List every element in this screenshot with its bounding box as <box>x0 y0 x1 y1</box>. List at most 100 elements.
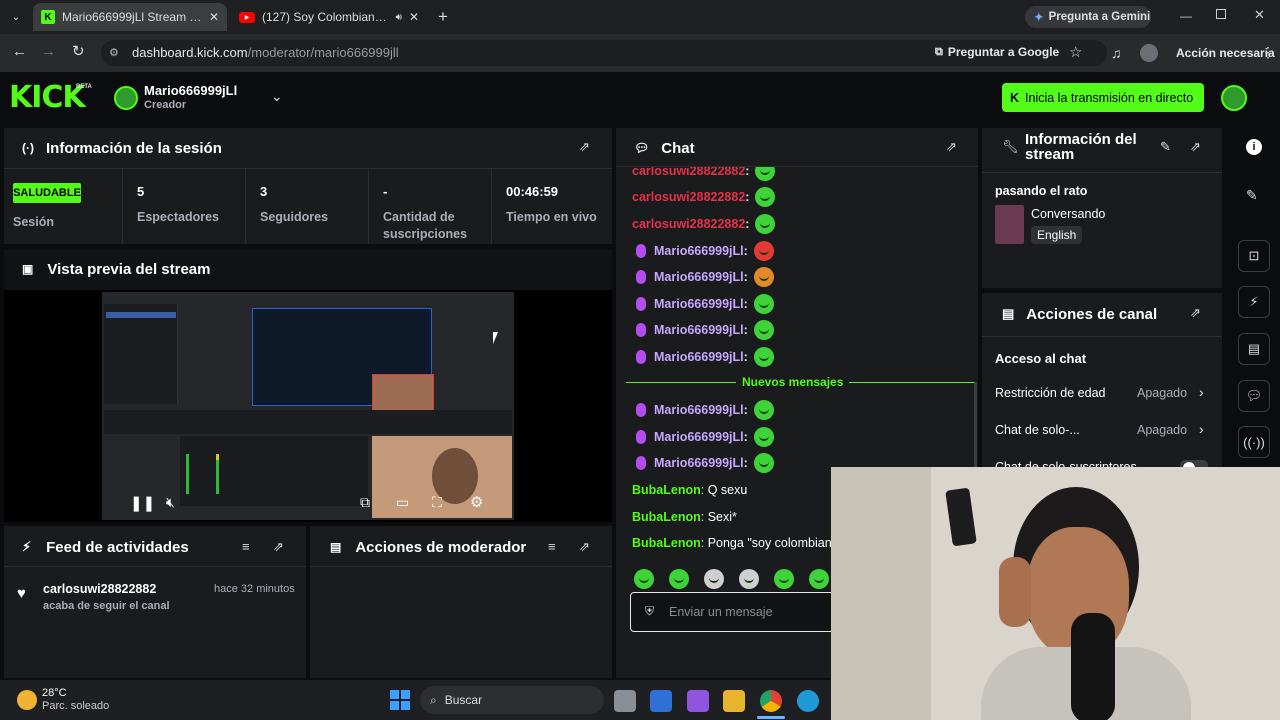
channel-actions-header: ▤ Acciones de canal <box>1002 304 1157 324</box>
file-explorer-icon[interactable] <box>723 690 745 712</box>
emote-icon[interactable] <box>669 569 689 589</box>
minimize-icon[interactable]: — <box>1180 9 1192 23</box>
close-icon[interactable]: ✕ <box>209 10 219 24</box>
video-player[interactable]: ❚❚ 🔇︎ ⧉ ▭ ⛶ ⚙ <box>4 290 612 522</box>
user-avatar[interactable] <box>1221 85 1247 111</box>
chat-username[interactable]: carlosuwi28822882 <box>632 190 745 204</box>
settings-gear-icon[interactable]: ⚙ <box>470 493 483 511</box>
weather-sun-icon[interactable] <box>17 690 37 710</box>
emote-icon[interactable] <box>739 569 759 589</box>
popout-icon[interactable]: ⇗ <box>273 539 284 555</box>
windows-start-icon[interactable] <box>390 690 410 710</box>
ask-google-button[interactable]: ⧉ Preguntar a Google <box>935 45 1059 59</box>
emote-icon <box>753 267 774 287</box>
chrome-icon[interactable] <box>760 690 782 712</box>
back-icon[interactable]: ← <box>12 43 27 60</box>
preview-title: Vista previa del stream <box>47 260 211 278</box>
fullscreen-icon[interactable]: ⛶ <box>432 494 442 511</box>
pencil-icon[interactable]: ✎ <box>1246 187 1258 204</box>
channel-name[interactable]: Mario666999jLl <box>144 83 237 98</box>
tab-search-icon[interactable]: ⌄ <box>8 9 24 25</box>
media-controls-icon[interactable]: ♫ <box>1111 45 1122 61</box>
stream-category[interactable]: Conversando <box>1031 207 1105 221</box>
close-icon[interactable]: ✕ <box>409 10 419 24</box>
weather-desc[interactable]: Parc. soleado <box>42 700 109 712</box>
maximize-icon[interactable] <box>1216 9 1226 19</box>
chat-username[interactable]: Mario666999jLl <box>654 430 744 444</box>
profile-avatar[interactable] <box>1140 44 1158 62</box>
popout-icon[interactable]: ⇗ <box>1190 139 1201 155</box>
site-info-icon[interactable]: ⚙ <box>109 46 119 59</box>
pencil-icon[interactable]: ✎ <box>1160 139 1171 155</box>
window-close-icon[interactable]: ✕ <box>1254 7 1265 23</box>
info-icon[interactable]: i <box>1246 139 1262 155</box>
mic-badge-icon <box>636 403 646 417</box>
chat-username[interactable]: carlosuwi28822882 <box>632 167 745 178</box>
emote-icon <box>755 167 776 181</box>
chevron-right-icon[interactable]: › <box>1199 421 1204 437</box>
popout-icon[interactable]: ⇗ <box>579 539 590 555</box>
gemini-button[interactable]: ✦ Pregunta a Gemini <box>1025 6 1151 28</box>
popout-icon[interactable]: ⇗ <box>946 139 957 155</box>
address-bar[interactable]: ⚙ dashboard.kick.com/moderator/mario6669… <box>101 40 1107 66</box>
forward-icon[interactable]: → <box>41 43 56 60</box>
chat-username[interactable]: BubaLenon <box>632 510 701 524</box>
filter-icon[interactable]: ≡ <box>242 539 250 554</box>
broadcast-icon[interactable]: ((·)) <box>1238 426 1270 458</box>
chat-username[interactable]: Mario666999jLl <box>654 456 744 470</box>
divider <box>310 566 612 567</box>
emote-icon[interactable] <box>774 569 794 589</box>
chat-username[interactable]: BubaLenon <box>632 483 701 497</box>
active-app-indicator <box>757 716 785 719</box>
store-icon[interactable] <box>650 690 672 712</box>
pip-icon[interactable]: ⧉ <box>360 494 370 511</box>
activity-user[interactable]: carlosuwi28822882 <box>43 582 156 596</box>
category-thumbnail[interactable] <box>995 205 1024 244</box>
chat-username[interactable]: Mario666999jLl <box>654 244 744 258</box>
chat-username[interactable]: Mario666999jLl <box>654 270 744 284</box>
weather-temp[interactable]: 28°C <box>42 687 67 699</box>
chat-username[interactable]: Mario666999jLl <box>654 403 744 417</box>
new-tab-icon[interactable]: + <box>434 7 452 26</box>
copilot-icon[interactable] <box>687 690 709 712</box>
chevron-down-icon[interactable]: ⌄ <box>271 88 283 105</box>
filter-icon[interactable]: ≡ <box>548 539 556 554</box>
chat-username[interactable]: BubaLenon <box>632 536 701 550</box>
taskbar-search[interactable]: ⌕ Buscar <box>420 686 604 714</box>
chat-username[interactable]: carlosuwi28822882 <box>632 217 745 231</box>
tab-youtube[interactable]: ▶ (127) Soy Colombiano -Silv 🔊︎ ✕ <box>231 3 427 31</box>
lightning-icon[interactable]: ⚡︎ <box>1238 286 1270 318</box>
go-live-button[interactable]: K Inicia la transmisión en directo <box>1002 83 1204 112</box>
mute-icon[interactable]: 🔇︎ <box>166 494 175 511</box>
speaker-icon[interactable]: 🔊︎ <box>396 12 402 23</box>
capture-icon[interactable]: ⊡ <box>1238 240 1270 272</box>
chat-username[interactable]: Mario666999jLl <box>654 297 744 311</box>
reload-icon[interactable]: ↻ <box>72 42 85 60</box>
channel-avatar[interactable] <box>114 86 138 110</box>
action-needed-button[interactable]: Acción necesaria <box>1176 46 1275 60</box>
emote-icon[interactable] <box>704 569 724 589</box>
bookmark-star-icon[interactable]: ☆ <box>1069 43 1082 61</box>
popout-icon[interactable]: ⇗ <box>579 139 590 155</box>
edge-icon[interactable] <box>797 690 819 712</box>
emote-icon[interactable] <box>809 569 829 589</box>
chat-input[interactable]: ⛨ Enviar un mensaje <box>630 592 835 632</box>
popout-icon[interactable]: ⇗ <box>1190 305 1201 321</box>
chat-access-heading: Acceso al chat <box>995 351 1087 366</box>
obs-audio-mixer <box>180 436 368 506</box>
chat-only-value[interactable]: Apagado <box>1137 423 1187 437</box>
chat-username[interactable]: Mario666999jLl <box>654 350 744 364</box>
pause-icon[interactable]: ❚❚ <box>130 494 155 512</box>
tab-kick[interactable]: K Mario666999jLl Stream - Kick D ✕ <box>33 3 227 31</box>
chat-bubble-icon[interactable]: 💬︎ <box>1238 380 1270 412</box>
task-view-icon[interactable] <box>614 690 636 712</box>
mic-badge-icon <box>636 350 646 364</box>
notes-icon[interactable]: ▤ <box>1238 333 1270 365</box>
chevron-right-icon[interactable]: › <box>1199 384 1204 400</box>
theater-icon[interactable]: ▭ <box>396 494 409 511</box>
emote-icon[interactable] <box>634 569 654 589</box>
kick-logo[interactable]: KICK <box>9 80 86 115</box>
age-restriction-value[interactable]: Apagado <box>1137 386 1187 400</box>
menu-kebab-icon[interactable]: ⋮ <box>1261 44 1275 61</box>
chat-username[interactable]: Mario666999jLl <box>654 323 744 337</box>
